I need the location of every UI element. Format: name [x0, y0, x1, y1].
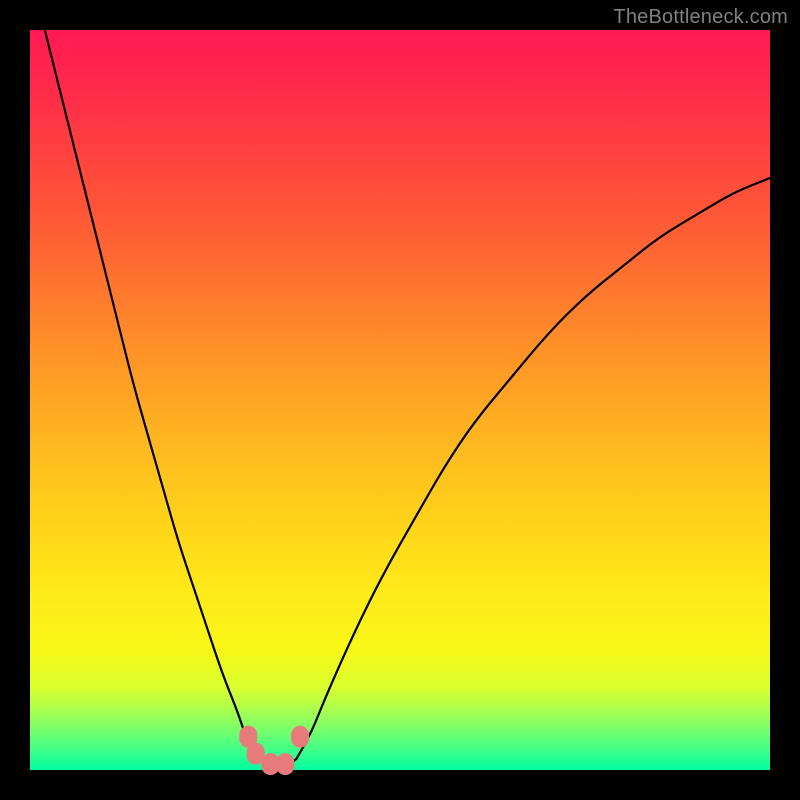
curve-svg — [30, 30, 770, 770]
valley-marker — [276, 753, 294, 775]
valley-markers — [239, 726, 309, 775]
watermark-text: TheBottleneck.com — [613, 6, 788, 29]
valley-marker — [291, 726, 309, 748]
bottleneck-curve — [45, 30, 770, 768]
plot-area — [30, 30, 770, 770]
chart-frame: TheBottleneck.com — [0, 0, 800, 800]
